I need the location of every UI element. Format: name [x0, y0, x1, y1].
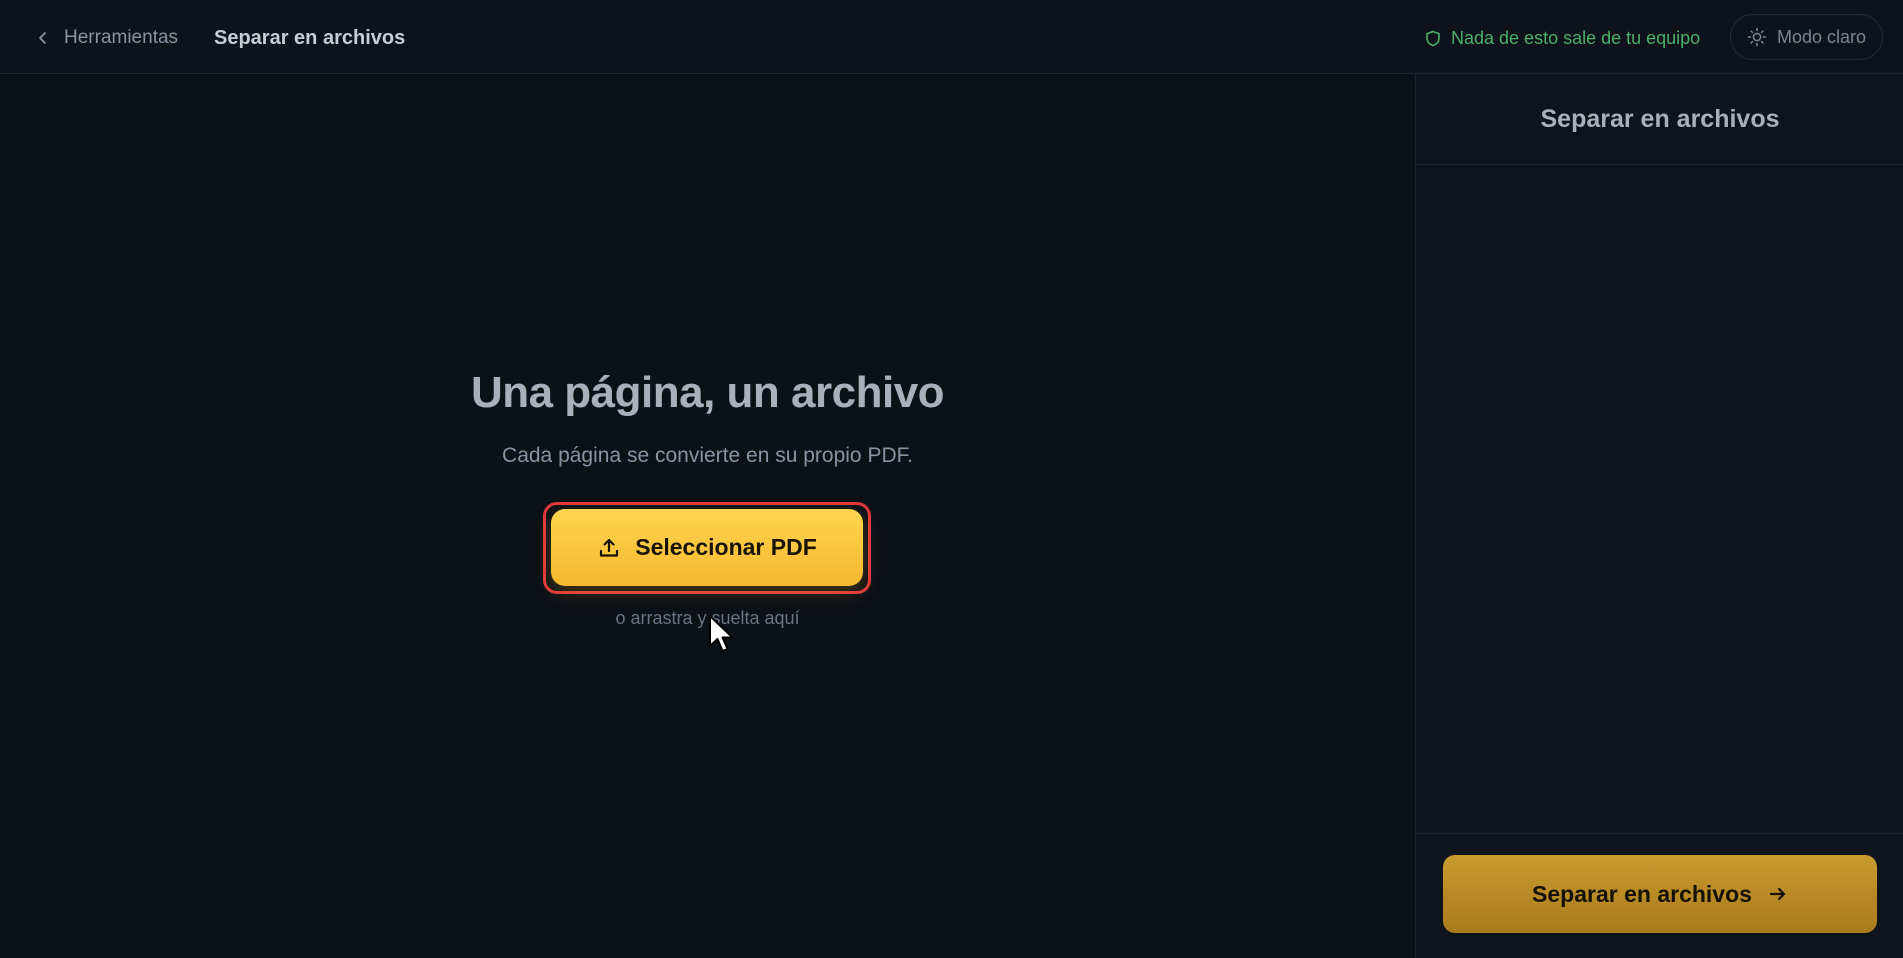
back-link-label: Herramientas: [64, 27, 179, 48]
light-mode-label: Modo claro: [1776, 26, 1867, 47]
split-files-button[interactable]: Separar en archivos: [1443, 855, 1877, 933]
privacy-text: Nada de esto sale de tu equipo: [1451, 27, 1701, 48]
select-pdf-button[interactable]: Seleccionar PDF: [551, 509, 863, 586]
options-panel: Separar en archivos Separar en archivos: [1415, 74, 1903, 958]
upload-area[interactable]: Una página, un archivo Cada página se co…: [0, 74, 1415, 958]
hero-heading: Una página, un archivo: [470, 368, 945, 417]
chevron-left-icon: [39, 32, 46, 44]
panel-title: Separar en archivos: [1416, 74, 1903, 165]
back-link[interactable]: Herramientas: [36, 24, 178, 52]
arrow-right-icon: [1769, 887, 1786, 901]
privacy-notice: Nada de esto sale de tu equipo: [1425, 24, 1700, 52]
drop-hint: o arrastra y suelta aquí: [615, 608, 800, 628]
select-pdf-label: Seleccionar PDF: [635, 534, 817, 560]
sun-icon: [1747, 27, 1767, 47]
upload-icon: [600, 538, 619, 557]
light-mode-button[interactable]: Modo claro: [1730, 14, 1883, 60]
top-bar: Herramientas Separar en archivos Nada de…: [0, 0, 1903, 74]
split-files-label: Separar en archivos: [1532, 880, 1752, 907]
hero-subheading: Cada página se convierte en su propio PD…: [502, 444, 913, 467]
panel-footer: Separar en archivos: [1416, 833, 1903, 958]
shield-icon: [1426, 30, 1440, 46]
page-title: Separar en archivos: [214, 26, 406, 49]
